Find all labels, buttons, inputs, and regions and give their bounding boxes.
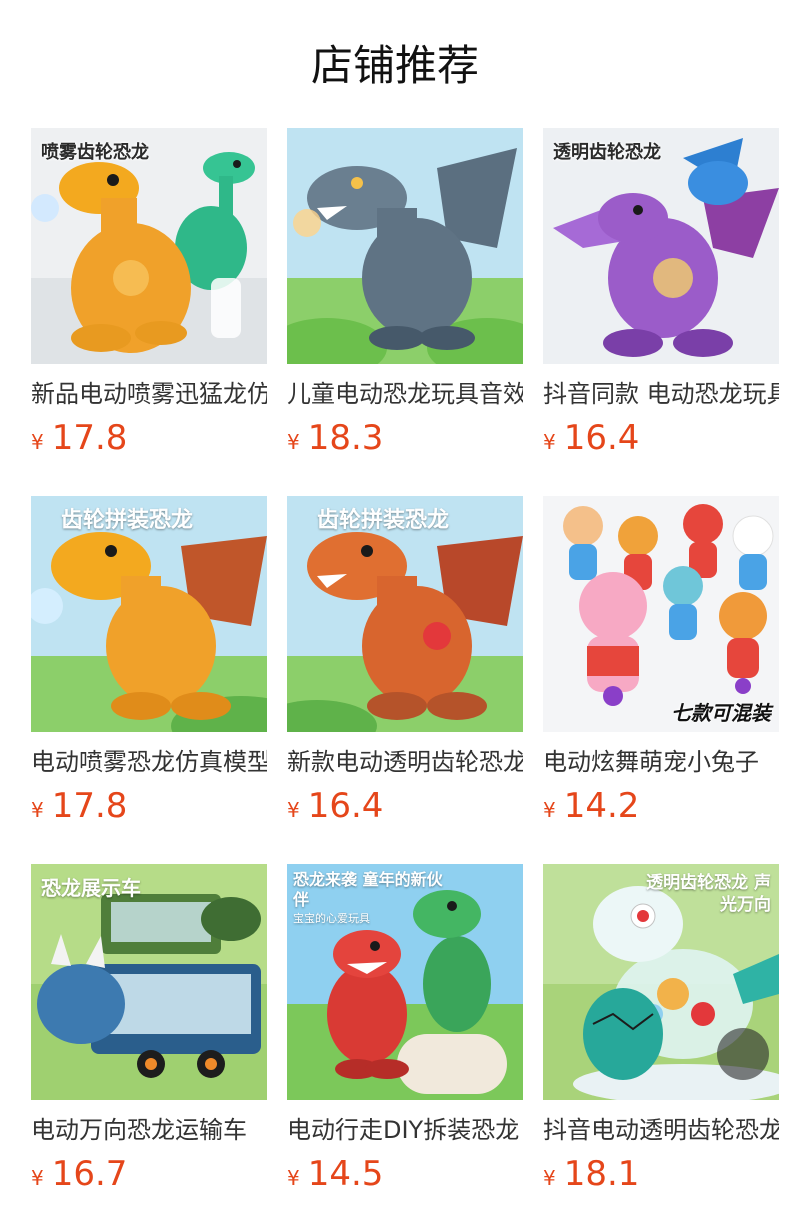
product-price: ¥16.4 (287, 786, 383, 832)
image-label: 透明齿轮恐龙 声光万向 (646, 873, 771, 915)
product-card[interactable]: 齿轮拼装恐龙 电动喷雾恐龙仿真模型 ¥17.8 (31, 496, 267, 826)
product-price: ¥16.4 (543, 418, 639, 464)
yellow-dragon-dinosaur-image[interactable]: 齿轮拼装恐龙 (31, 496, 267, 732)
product-price: ¥14.2 (543, 786, 639, 832)
purple-pterosaur-image[interactable]: 透明齿轮恐龙 (543, 128, 779, 364)
image-label: 喷雾齿轮恐龙 (41, 142, 149, 163)
dancing-animal-toys-image[interactable]: 七款可混装 (543, 496, 779, 732)
price-value: 16.7 (51, 1154, 128, 1194)
product-price: ¥14.5 (287, 1154, 383, 1200)
product-card[interactable]: 恐龙来袭 童年的新伙伴 宝宝的心爱玩具 电动行走DIY拆装恐龙 ¥14.5 (287, 864, 523, 1194)
price-value: 17.8 (51, 418, 128, 458)
product-grid: 喷雾齿轮恐龙 新品电动喷雾迅猛龙仿真模型 ¥17.8 (31, 128, 779, 1194)
currency-symbol: ¥ (31, 798, 44, 822)
dinosaur-truck-image[interactable]: 恐龙展示车 (31, 864, 267, 1100)
product-price: ¥17.8 (31, 418, 127, 464)
currency-symbol: ¥ (31, 1166, 44, 1190)
product-name[interactable]: 新款电动透明齿轮恐龙 (287, 746, 523, 778)
product-name[interactable]: 电动炫舞萌宠小兔子 (543, 746, 779, 778)
product-name[interactable]: 儿童电动恐龙玩具音效 (287, 378, 523, 410)
price-value: 14.2 (563, 786, 640, 826)
product-name[interactable]: 电动行走DIY拆装恐龙 (287, 1114, 523, 1146)
price-value: 16.4 (563, 418, 640, 458)
currency-symbol: ¥ (543, 1166, 556, 1190)
product-price: ¥18.1 (543, 1154, 639, 1200)
image-sublabel: 宝宝的心爱玩具 (293, 912, 370, 925)
image-label: 齿轮拼装恐龙 (61, 508, 194, 533)
teal-dinosaur-egg-image[interactable]: 透明齿轮恐龙 声光万向 (543, 864, 779, 1100)
product-card[interactable]: 七款可混装 电动炫舞萌宠小兔子 ¥14.2 (543, 496, 779, 826)
image-label: 透明齿轮恐龙 (553, 142, 661, 163)
currency-symbol: ¥ (287, 430, 300, 454)
product-card[interactable]: 恐龙展示车 电动万向恐龙运输车 ¥16.7 (31, 864, 267, 1194)
price-value: 17.8 (51, 786, 128, 826)
product-name[interactable]: 电动喷雾恐龙仿真模型 (31, 746, 267, 778)
product-card[interactable]: 儿童电动恐龙玩具音效 ¥18.3 (287, 128, 523, 458)
red-green-dinosaurs-image[interactable]: 恐龙来袭 童年的新伙伴 宝宝的心爱玩具 (287, 864, 523, 1100)
currency-symbol: ¥ (287, 798, 300, 822)
product-price: ¥18.3 (287, 418, 383, 464)
currency-symbol: ¥ (543, 430, 556, 454)
currency-symbol: ¥ (287, 1166, 300, 1190)
image-label: 恐龙来袭 童年的新伙伴 (293, 870, 443, 909)
product-card[interactable]: 透明齿轮恐龙 声光万向 抖音电动透明齿轮恐龙 ¥18.1 (543, 864, 779, 1194)
page-title: 店铺推荐 (310, 41, 479, 90)
price-value: 14.5 (307, 1154, 384, 1194)
product-name[interactable]: 抖音电动透明齿轮恐龙 (543, 1114, 779, 1146)
currency-symbol: ¥ (31, 430, 44, 454)
image-label: 齿轮拼装恐龙 (317, 508, 450, 533)
price-value: 18.1 (563, 1154, 640, 1194)
product-card[interactable]: 喷雾齿轮恐龙 新品电动喷雾迅猛龙仿真模型 ¥17.8 (31, 128, 267, 458)
product-name[interactable]: 电动万向恐龙运输车 (31, 1114, 267, 1146)
currency-symbol: ¥ (543, 798, 556, 822)
product-name[interactable]: 新品电动喷雾迅猛龙仿真模型 (31, 378, 267, 410)
product-price: ¥16.7 (31, 1154, 127, 1200)
orange-dinosaur-image[interactable]: 喷雾齿轮恐龙 (31, 128, 267, 364)
product-name[interactable]: 抖音同款 电动恐龙玩具 (543, 378, 779, 410)
image-label: 恐龙展示车 (41, 876, 141, 900)
gray-dragon-dinosaur-image[interactable] (287, 128, 523, 364)
image-label: 七款可混装 (671, 701, 771, 725)
product-card[interactable]: 齿轮拼装恐龙 新款电动透明齿轮恐龙 ¥16.4 (287, 496, 523, 826)
product-card[interactable]: 透明齿轮恐龙 抖音同款 电动恐龙玩具 ¥16.4 (543, 128, 779, 458)
price-value: 18.3 (307, 418, 384, 458)
orange-dragon-dinosaur-image[interactable]: 齿轮拼装恐龙 (287, 496, 523, 732)
price-value: 16.4 (307, 786, 384, 826)
product-price: ¥17.8 (31, 786, 127, 832)
